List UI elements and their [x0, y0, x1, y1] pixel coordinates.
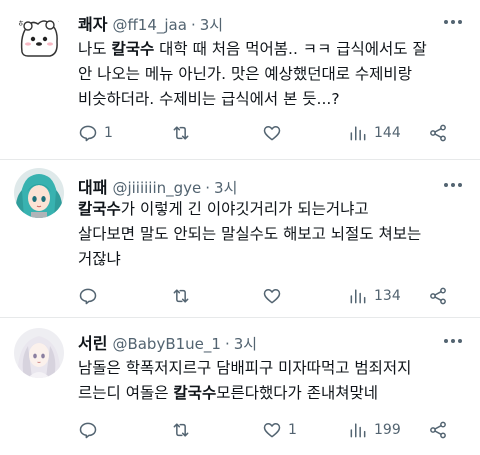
tweet-text-line: 비슷하더라. 수제비는 급식에서 본 듯...?: [78, 87, 468, 112]
reply-button[interactable]: [78, 284, 104, 308]
text-segment: 안 나오는 메뉴 아닌가. 맛은 예상했던대로 수제비랑: [78, 65, 412, 83]
text-segment: 비슷하더라. 수제비는 급식에서 본 듯...?: [78, 90, 340, 108]
timestamp[interactable]: 3시: [234, 333, 257, 354]
tweet-header: 서린 @BabyB1ue_1 · 3시: [78, 330, 440, 354]
share-button[interactable]: [428, 418, 448, 442]
tweet-actions: 1 199: [78, 418, 466, 442]
heart-icon: [263, 126, 281, 141]
reply-count: 1: [104, 125, 113, 141]
views-button[interactable]: 144: [348, 121, 401, 145]
retweet-button[interactable]: [171, 284, 197, 308]
views-button[interactable]: 134: [348, 284, 401, 308]
tweet-text-line: 남돌은 학폭저지르구 담배피구 미자따먹고 범죄저지: [78, 356, 468, 381]
tweet-1[interactable]: ㅎ 쾌자 @ff14_jaa · 3시 나도 칼국수 대학 때 처음 먹어봄..…: [0, 0, 480, 160]
retweet-button[interactable]: [171, 121, 197, 145]
heart-icon: [263, 289, 281, 304]
user-handle[interactable]: @jiiiiiin_gye: [112, 179, 201, 197]
like-button[interactable]: [262, 121, 288, 145]
tweet-header: 대패 @jiiiiiin_gye · 3시: [78, 174, 440, 198]
tweet-text-line: 안 나오는 메뉴 아닌가. 맛은 예상했던대로 수제비랑: [78, 62, 468, 87]
views-chart-icon: [350, 423, 366, 438]
retweet-icon: [173, 126, 189, 140]
heart-icon: [263, 423, 281, 438]
tweet-actions: 1 144: [78, 121, 466, 145]
separator-dot: ·: [224, 335, 230, 353]
text-segment: 살다보면 말도 안되는 말실수도 해보고 뇌절도 쳐보는: [78, 225, 422, 243]
views-chart-icon: [350, 126, 366, 141]
highlighted-keyword: 칼국수: [111, 40, 155, 58]
share-icon: [430, 287, 446, 305]
tweet-text-line: 나도 칼국수 대학 때 처음 먹어봄.. ㅋㅋ 급식에서도 잘: [78, 37, 468, 62]
tweet-3[interactable]: 서린 @BabyB1ue_1 · 3시 남돌은 학폭저지르구 담배피구 미자따먹…: [0, 318, 480, 455]
view-count: 134: [374, 288, 401, 304]
avatar[interactable]: ㅎ: [14, 12, 64, 62]
share-button[interactable]: [428, 121, 448, 145]
tweet-text: 나도 칼국수 대학 때 처음 먹어봄.. ㅋㅋ 급식에서도 잘안 나오는 메뉴 …: [78, 37, 468, 112]
tweet-text: 칼국수가 이렇게 긴 이야깃거리가 되는거냐고살다보면 말도 안되는 말실수도 …: [78, 197, 468, 272]
timestamp[interactable]: 3시: [200, 14, 223, 35]
more-options-icon[interactable]: [444, 182, 462, 188]
reply-icon: [79, 288, 97, 305]
share-button[interactable]: [428, 284, 448, 308]
text-segment: 르는디 여돌은: [78, 384, 174, 402]
separator-dot: ·: [205, 179, 211, 197]
like-button[interactable]: [262, 284, 288, 308]
like-button[interactable]: 1: [262, 418, 297, 442]
like-count: 1: [288, 422, 297, 438]
user-handle[interactable]: @BabyB1ue_1: [112, 335, 221, 353]
display-name[interactable]: 쾌자: [78, 11, 107, 35]
tweet-header: 쾌자 @ff14_jaa · 3시: [78, 11, 440, 35]
more-options-icon[interactable]: [444, 19, 462, 25]
view-count: 199: [374, 422, 401, 438]
reply-button[interactable]: 1: [78, 121, 113, 145]
view-count: 144: [374, 125, 401, 141]
display-name[interactable]: 서린: [78, 330, 107, 354]
retweet-button[interactable]: [171, 418, 197, 442]
reply-icon: [79, 422, 97, 439]
tweet-text: 남돌은 학폭저지르구 담배피구 미자따먹고 범죄저지르는디 여돌은 칼국수모른다…: [78, 356, 468, 406]
text-segment: 남돌은 학폭저지르구 담배피구 미자따먹고 범죄저지: [78, 359, 412, 377]
tweet-text-line: 거잖냐: [78, 247, 468, 272]
share-icon: [430, 421, 446, 439]
separator-dot: ·: [190, 16, 196, 34]
text-segment: 대학 때 처음 먹어봄.. ㅋㅋ 급식에서도 잘: [154, 40, 427, 58]
timestamp[interactable]: 3시: [214, 177, 237, 198]
avatar[interactable]: [14, 168, 64, 218]
user-handle[interactable]: @ff14_jaa: [112, 16, 186, 34]
views-button[interactable]: 199: [348, 418, 401, 442]
tweet-2[interactable]: 대패 @jiiiiiin_gye · 3시 칼국수가 이렇게 긴 이야깃거리가 …: [0, 160, 480, 318]
tweet-text-line: 칼국수가 이렇게 긴 이야깃거리가 되는거냐고: [78, 197, 468, 222]
more-options-icon[interactable]: [444, 338, 462, 344]
svg-text:ㅎ: ㅎ: [17, 19, 24, 28]
reply-icon: [79, 125, 97, 142]
tweet-text-line: 르는디 여돌은 칼국수모른다했다가 존내쳐맞네: [78, 381, 468, 406]
highlighted-keyword: 칼국수: [173, 384, 217, 402]
text-segment: 나도: [78, 40, 112, 58]
retweet-icon: [173, 423, 189, 437]
highlighted-keyword: 칼국수: [78, 200, 121, 218]
text-segment: 모른다했다가 존내쳐맞네: [216, 384, 378, 402]
display-name[interactable]: 대패: [78, 174, 107, 198]
avatar[interactable]: [14, 328, 64, 378]
tweet-actions: 134: [78, 284, 466, 308]
share-icon: [430, 124, 446, 142]
reply-button[interactable]: [78, 418, 104, 442]
views-chart-icon: [350, 289, 366, 304]
retweet-icon: [173, 289, 189, 303]
text-segment: 거잖냐: [78, 250, 121, 268]
text-segment: 가 이렇게 긴 이야깃거리가 되는거냐고: [120, 200, 369, 218]
tweet-text-line: 살다보면 말도 안되는 말실수도 해보고 뇌절도 쳐보는: [78, 222, 468, 247]
